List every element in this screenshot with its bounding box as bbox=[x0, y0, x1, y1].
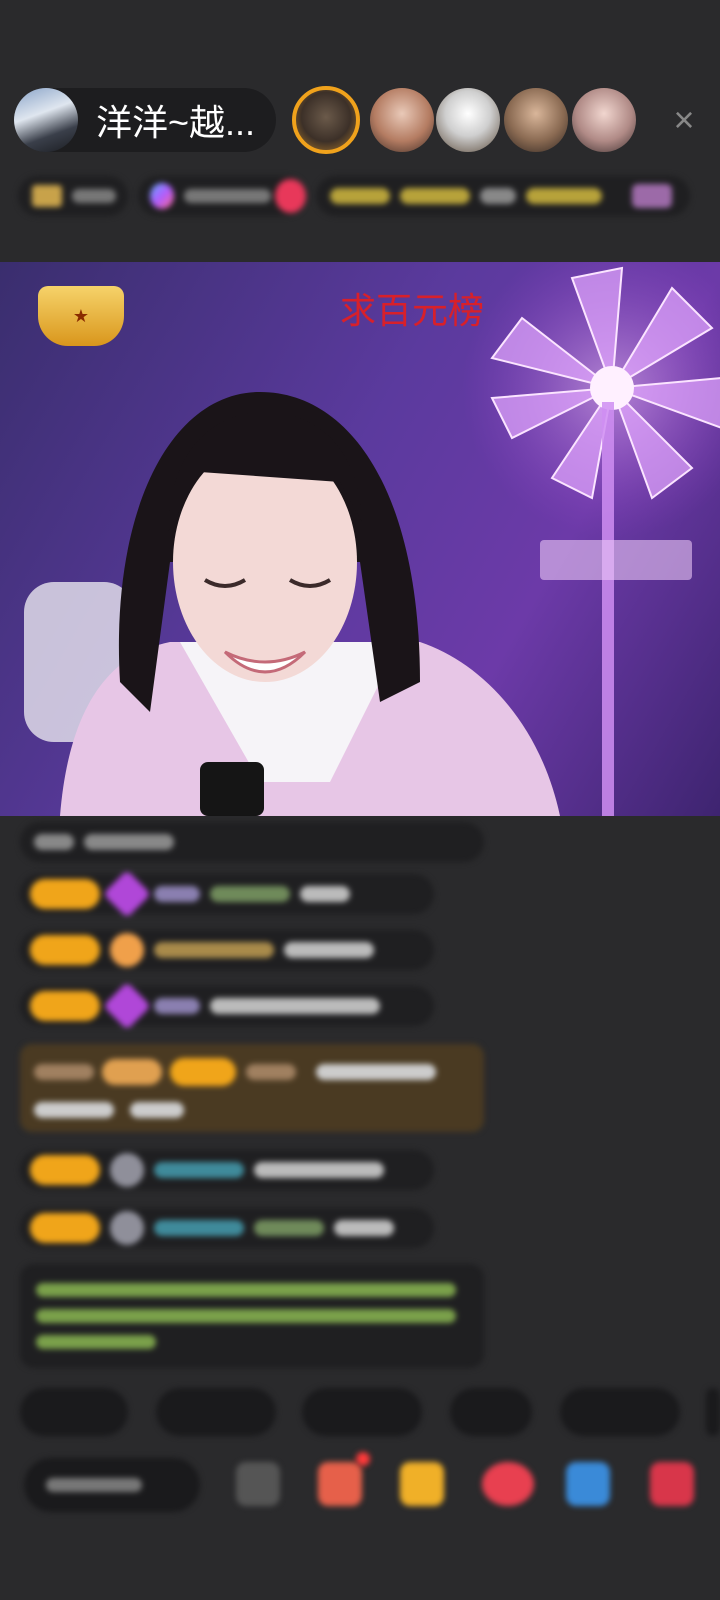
diamond-icon bbox=[102, 869, 152, 919]
quick-reply-chip-4[interactable] bbox=[450, 1388, 532, 1436]
user-avatar bbox=[110, 1211, 144, 1245]
game-controller-icon[interactable] bbox=[566, 1462, 610, 1506]
quick-reply-chip-5[interactable] bbox=[560, 1388, 680, 1436]
host-avatar[interactable] bbox=[14, 88, 78, 152]
notification-dot bbox=[356, 1452, 370, 1466]
announcement-chip[interactable] bbox=[316, 176, 690, 216]
host-name: 洋洋~越... bbox=[96, 102, 256, 143]
chat-message-7[interactable] bbox=[20, 1208, 434, 1248]
comment-input[interactable] bbox=[24, 1458, 200, 1512]
top-viewer-avatar-1[interactable] bbox=[292, 86, 360, 154]
level-badge bbox=[30, 1213, 100, 1243]
chat-message-3[interactable] bbox=[20, 930, 434, 970]
top-viewer-avatar-4[interactable] bbox=[504, 88, 568, 152]
quick-reply-chip-2[interactable] bbox=[156, 1388, 276, 1436]
diamond-icon bbox=[102, 981, 152, 1031]
streamer bbox=[60, 392, 560, 816]
rank-chip[interactable] bbox=[18, 176, 128, 216]
level-badge bbox=[30, 1155, 100, 1185]
quick-reply-chip-6[interactable] bbox=[706, 1388, 720, 1436]
level-badge bbox=[30, 879, 100, 909]
chat-message-5-highlighted[interactable] bbox=[20, 1044, 484, 1132]
guard-badge[interactable]: ★ bbox=[38, 286, 124, 346]
top-viewer-avatar-3[interactable] bbox=[436, 88, 500, 152]
live-video[interactable]: ★ 求百元榜 bbox=[0, 262, 720, 816]
chat-message-6[interactable] bbox=[20, 1150, 434, 1190]
level-badge bbox=[30, 991, 100, 1021]
gift-icon[interactable] bbox=[650, 1462, 694, 1506]
chat-message-1[interactable] bbox=[20, 822, 484, 862]
top-viewer-avatar-5[interactable] bbox=[572, 88, 636, 152]
chat-message-4[interactable] bbox=[20, 981, 434, 1031]
host-profile-pill[interactable]: 洋洋~越... bbox=[14, 88, 276, 152]
top-viewer-avatar-2[interactable] bbox=[370, 88, 434, 152]
video-caption: 求百元榜 bbox=[340, 291, 485, 332]
quick-reply-chip-1[interactable] bbox=[20, 1388, 128, 1436]
more-icon[interactable] bbox=[236, 1462, 280, 1506]
status-bar bbox=[18, 170, 702, 222]
level-badge bbox=[30, 935, 100, 965]
chat-message-2[interactable] bbox=[20, 869, 434, 919]
heart-icon[interactable] bbox=[482, 1462, 534, 1506]
popularity-chip[interactable] bbox=[138, 176, 307, 216]
quick-reply-chip-3[interactable] bbox=[302, 1388, 422, 1436]
close-icon[interactable]: × bbox=[666, 102, 702, 138]
gift-box-icon[interactable] bbox=[318, 1462, 362, 1506]
treasure-icon[interactable] bbox=[400, 1462, 444, 1506]
medal-icon bbox=[110, 933, 144, 967]
system-notice bbox=[20, 1264, 484, 1368]
user-avatar bbox=[110, 1153, 144, 1187]
